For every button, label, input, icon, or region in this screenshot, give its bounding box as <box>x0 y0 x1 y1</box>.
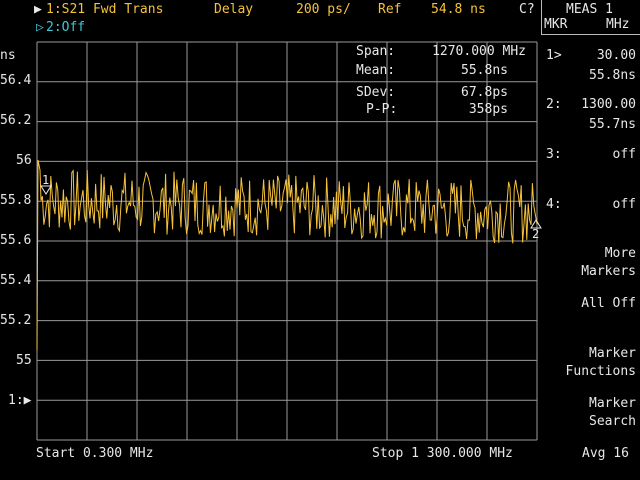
marker1-value: 55.8ns <box>589 68 636 83</box>
marker2-number[interactable]: 2: <box>546 97 562 113</box>
pp-value: 358ps <box>468 102 508 117</box>
all-off-label: All Off <box>581 296 636 311</box>
y-tick-label: 56 <box>16 153 32 168</box>
trace2-marker: ▷ <box>36 20 44 35</box>
y-units: ns <box>0 48 16 63</box>
marker1-number[interactable]: 1> <box>546 48 562 64</box>
y-tick-label: 56.4 <box>0 73 32 88</box>
all-off-softkey[interactable]: All Off <box>581 295 636 313</box>
marker3-frequency[interactable]: off <box>613 147 636 163</box>
start-frequency[interactable]: Start 0.300 MHz <box>36 446 153 462</box>
more-markers-line2: Markers <box>581 264 636 279</box>
y-tick-label: 55.4 <box>0 273 32 288</box>
pp-label: P-P: <box>366 102 398 117</box>
marker-search-line2: Search <box>589 414 636 429</box>
marker-functions-softkey[interactable]: Marker Functions <box>566 345 636 381</box>
ref-value: 54.8 ns <box>431 2 486 17</box>
scale-label: 200 ps/ <box>296 2 351 17</box>
more-markers-softkey[interactable]: More Markers <box>581 245 636 281</box>
sdev-label: SDev: <box>356 85 396 100</box>
trace-marker-1-label: 1 <box>42 173 49 187</box>
cal-status: C? <box>519 2 535 17</box>
y-tick-label: 55 <box>16 353 32 368</box>
format-label: Delay <box>214 2 254 17</box>
trace-marker-1-glyph <box>40 185 52 195</box>
marker-functions-line2: Functions <box>565 364 636 379</box>
marker-search-line1: Marker <box>589 396 636 411</box>
marker-functions-line1: Marker <box>589 346 636 361</box>
marker4-number[interactable]: 4: <box>546 197 562 213</box>
trace-marker-2-label: 2 <box>532 227 539 241</box>
trace1-label[interactable]: 1:S21 Fwd Trans <box>46 2 163 18</box>
marker4-frequency[interactable]: off <box>613 197 636 213</box>
span-value: 1270.000 MHz <box>432 44 526 59</box>
marker-search-softkey[interactable]: Marker Search <box>589 395 636 431</box>
stop-frequency[interactable]: Stop 1 300.000 MHz <box>372 446 513 462</box>
sdev-value: 67.8ps <box>461 85 508 100</box>
more-markers-line1: More <box>604 246 636 261</box>
marker2-value: 55.7ns <box>589 117 636 132</box>
y-tick-label: 55.8 <box>0 193 32 208</box>
mean-value: 55.8ns <box>461 63 508 78</box>
marker2-frequency[interactable]: 1300.00 <box>581 97 636 113</box>
mean-label: Mean: <box>356 63 396 78</box>
span-label: Span: <box>356 44 396 59</box>
y-tick-label: 56.2 <box>0 113 32 128</box>
menu-title: MEAS 1 <box>566 2 613 17</box>
marker1-frequency[interactable]: 30.00 <box>597 48 636 64</box>
trace1-active-marker: ▶ <box>34 2 42 17</box>
averaging-status: Avg 16 <box>582 446 629 461</box>
trace2-label[interactable]: 2:Off <box>46 20 85 36</box>
menu-sub-right: MHz <box>606 17 630 32</box>
y-tick-label: 55.6 <box>0 233 32 248</box>
measurement-plot: 12 <box>36 41 542 441</box>
y-tick-label: 55.2 <box>0 313 32 328</box>
reference-position-marker: 1:▶ <box>8 393 32 408</box>
marker3-number[interactable]: 3: <box>546 147 562 163</box>
menu-sub-left: MKR <box>544 17 568 32</box>
ref-label: Ref <box>378 2 402 17</box>
